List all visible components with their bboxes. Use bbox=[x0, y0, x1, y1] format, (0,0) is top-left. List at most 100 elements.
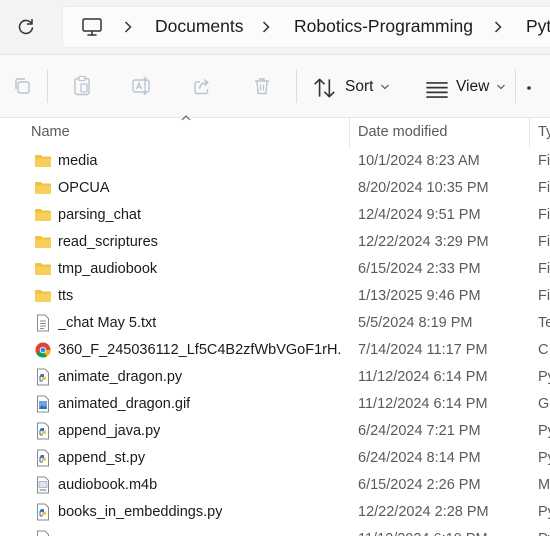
file-date-modified: 12/4/2024 9:51 PM bbox=[358, 207, 481, 223]
file-row[interactable]: animated_dragon.gif 11/12/2024 6:14 PM G bbox=[0, 391, 550, 418]
file-row[interactable]: append_st.py 6/24/2024 8:14 PM Py bbox=[0, 445, 550, 472]
file-type: Fi bbox=[538, 180, 550, 196]
view-label: View bbox=[456, 78, 490, 95]
file-date-modified: 6/24/2024 7:21 PM bbox=[358, 423, 481, 439]
breadcrumb-item-documents[interactable]: Documents bbox=[155, 16, 244, 37]
column-type[interactable]: Ty bbox=[538, 124, 550, 140]
column-date-modified[interactable]: Date modified bbox=[358, 124, 447, 140]
file-row[interactable]: tts 1/13/2025 9:46 PM Fi bbox=[0, 283, 550, 310]
rename-button[interactable] bbox=[129, 73, 155, 99]
paste-button[interactable] bbox=[69, 73, 95, 99]
divider bbox=[515, 69, 516, 103]
file-row[interactable]: books_in_embeddings.py 12/22/2024 2:28 PM… bbox=[0, 499, 550, 526]
chevron-right-icon[interactable] bbox=[259, 20, 273, 34]
folder-icon bbox=[34, 287, 52, 305]
rename-icon bbox=[132, 77, 150, 95]
python-file-icon bbox=[34, 449, 52, 467]
file-type: Fi bbox=[538, 153, 550, 169]
file-type: Fi bbox=[538, 261, 550, 277]
file-date-modified: 6/24/2024 8:14 PM bbox=[358, 450, 481, 466]
file-name: append_st.py bbox=[58, 450, 146, 466]
file-row[interactable]: media 10/1/2024 8:23 AM Fi bbox=[0, 148, 550, 175]
sort-ascending-icon bbox=[181, 115, 191, 121]
paste-icon bbox=[74, 75, 90, 96]
file-date-modified: 11/12/2024 6:10 PM bbox=[358, 531, 488, 536]
file-name: animated_dragon.gif bbox=[58, 396, 191, 412]
chevron-down-icon bbox=[381, 84, 389, 90]
chevron-right-icon[interactable] bbox=[491, 20, 505, 34]
file-date-modified: 11/12/2024 6:14 PM bbox=[358, 369, 488, 385]
share-button[interactable] bbox=[189, 73, 215, 99]
python-file-icon bbox=[34, 368, 52, 386]
file-list: Name Date modified Ty media 10/1/2024 8:2… bbox=[0, 115, 550, 550]
sort-icon bbox=[314, 78, 335, 98]
file-row[interactable]: OPCUA 8/20/2024 10:35 PM Fi bbox=[0, 175, 550, 202]
file-type: Fi bbox=[538, 234, 550, 250]
chevron-down-icon bbox=[497, 84, 505, 90]
folder-icon bbox=[34, 206, 52, 224]
file-date-modified: 5/5/2024 8:19 PM bbox=[358, 315, 473, 331]
folder-icon bbox=[34, 152, 52, 170]
file-date-modified: 11/12/2024 6:14 PM bbox=[358, 396, 488, 412]
column-header: Name Date modified Ty bbox=[0, 115, 550, 148]
file-row[interactable]: parsing_chat 12/4/2024 9:51 PM Fi bbox=[0, 202, 550, 229]
python-file-icon bbox=[34, 422, 52, 440]
file-row[interactable]: read_scriptures 12/22/2024 3:29 PM Fi bbox=[0, 229, 550, 256]
file-name: OPCUA bbox=[58, 180, 110, 196]
column-divider[interactable] bbox=[529, 118, 530, 148]
column-name[interactable]: Name bbox=[31, 124, 70, 140]
file-type: Py bbox=[538, 369, 550, 385]
file-name: _chat May 5.txt bbox=[58, 315, 157, 331]
this-pc-icon[interactable] bbox=[81, 16, 103, 38]
file-name: parsing_chat bbox=[58, 207, 142, 223]
file-row[interactable]: 11/12/2024 6:10 PM Py bbox=[0, 526, 550, 536]
chevron-right-icon[interactable] bbox=[121, 20, 135, 34]
file-name: media bbox=[58, 153, 98, 169]
sort-label: Sort bbox=[345, 78, 374, 95]
view-icon bbox=[426, 82, 448, 98]
folder-icon bbox=[34, 260, 52, 278]
file-row[interactable]: animate_dragon.py 11/12/2024 6:14 PM Py bbox=[0, 364, 550, 391]
file-name: tmp_audiobook bbox=[58, 261, 158, 277]
file-type: Py bbox=[538, 450, 550, 466]
text-file-icon bbox=[34, 314, 52, 332]
file-name: read_scriptures bbox=[58, 234, 158, 250]
file-type: Py bbox=[538, 531, 550, 536]
breadcrumb-item-robotics-programming[interactable]: Robotics-Programming bbox=[294, 16, 473, 37]
python-file-icon bbox=[34, 503, 52, 521]
file-type: Py bbox=[538, 423, 550, 439]
breadcrumb[interactable]: Documents Robotics-Programming Pyt bbox=[62, 6, 550, 48]
file-date-modified: 7/14/2024 11:17 PM bbox=[358, 342, 488, 358]
refresh-icon bbox=[18, 18, 34, 35]
refresh-button[interactable] bbox=[14, 15, 38, 39]
file-row[interactable]: tmp_audiobook 6/15/2024 2:33 PM Fi bbox=[0, 256, 550, 283]
chrome-file-icon bbox=[34, 341, 52, 359]
file-date-modified: 8/20/2024 10:35 PM bbox=[358, 180, 489, 196]
breadcrumb-item-python[interactable]: Pyt bbox=[526, 16, 550, 37]
file-name: audiobook.m4b bbox=[58, 477, 158, 493]
file-date-modified: 6/15/2024 2:33 PM bbox=[358, 261, 481, 277]
file-type: Fi bbox=[538, 288, 550, 304]
file-row[interactable]: audiobook.m4b 6/15/2024 2:26 PM M bbox=[0, 472, 550, 499]
file-date-modified: 12/22/2024 2:28 PM bbox=[358, 504, 489, 520]
file-date-modified: 6/15/2024 2:26 PM bbox=[358, 477, 481, 493]
file-type: C bbox=[538, 342, 549, 358]
file-date-modified: 10/1/2024 8:23 AM bbox=[358, 153, 480, 169]
more-options-icon[interactable] bbox=[526, 85, 534, 91]
file-row[interactable]: 360_F_245036112_Lf5C4B2zfWbVGoF1rH... 7/1… bbox=[0, 337, 550, 364]
file-name: 360_F_245036112_Lf5C4B2zfWbVGoF1rH... bbox=[58, 342, 342, 358]
column-divider[interactable] bbox=[349, 118, 350, 148]
file-row[interactable]: _chat May 5.txt 5/5/2024 8:19 PM Te bbox=[0, 310, 550, 337]
folder-icon bbox=[34, 233, 52, 251]
file-rows: media 10/1/2024 8:23 AM Fi OPCUA 8/20/2024 1… bbox=[0, 148, 550, 536]
divider bbox=[47, 69, 48, 103]
copy-button[interactable] bbox=[9, 73, 35, 99]
file-date-modified: 1/13/2025 9:46 PM bbox=[358, 288, 481, 304]
image-file-icon bbox=[34, 395, 52, 413]
file-type: M bbox=[538, 477, 550, 493]
file-date-modified: 12/22/2024 3:29 PM bbox=[358, 234, 489, 250]
divider bbox=[296, 69, 297, 103]
file-row[interactable]: append_java.py 6/24/2024 7:21 PM Py bbox=[0, 418, 550, 445]
delete-button[interactable] bbox=[249, 73, 275, 99]
file-name: tts bbox=[58, 288, 74, 304]
